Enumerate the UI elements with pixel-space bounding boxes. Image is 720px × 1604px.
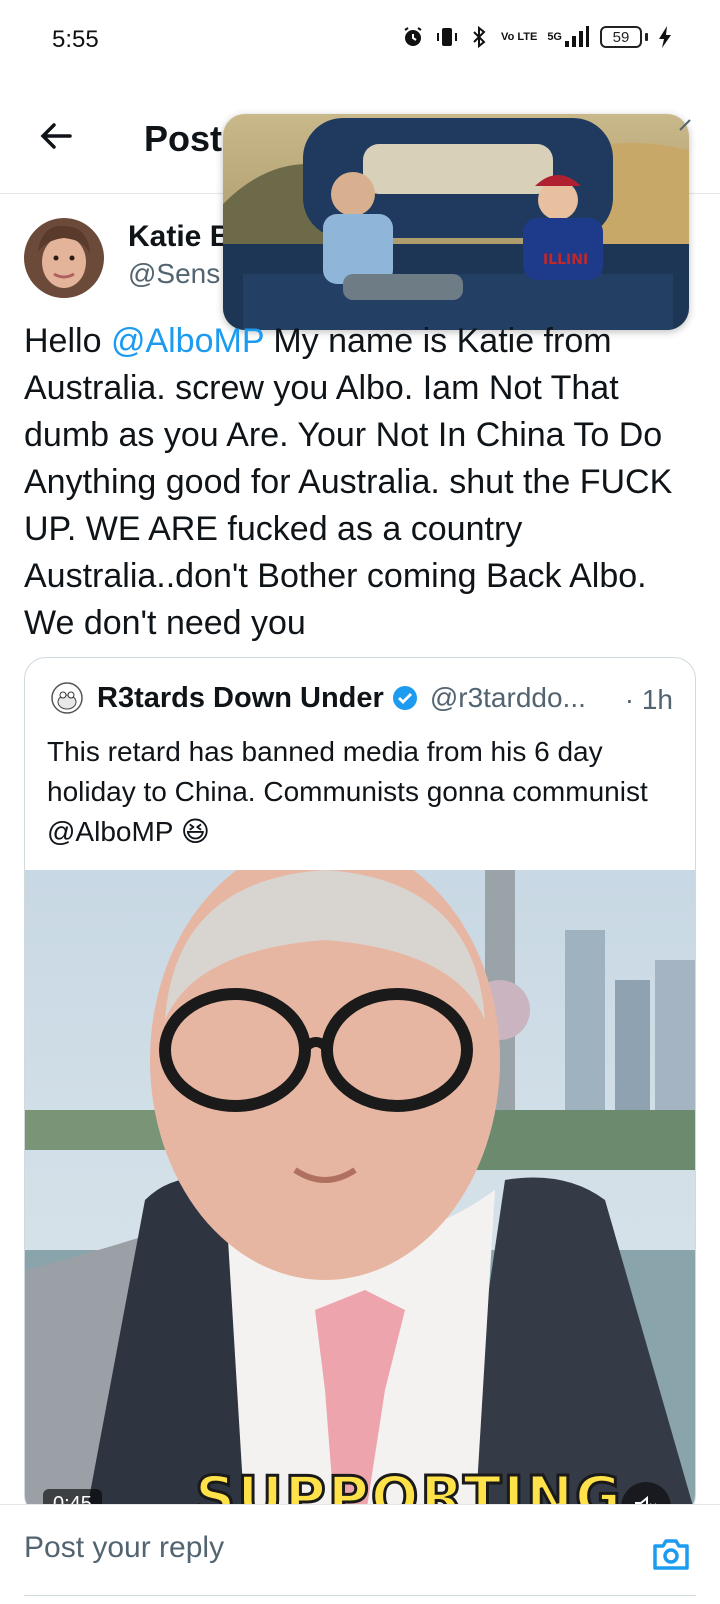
bluetooth-icon <box>469 24 491 50</box>
avatar[interactable] <box>24 218 104 298</box>
reply-divider <box>24 1595 696 1596</box>
status-time: 5:55 <box>52 26 99 53</box>
author-name[interactable]: Katie B <box>128 220 231 254</box>
quoted-video[interactable]: 0:45 SUPPORTING <box>25 870 695 1516</box>
volte-icon: Vo LTE <box>501 30 538 43</box>
status-bar: 5:55 Vo LTE 5G 59 <box>0 0 720 82</box>
author-handle[interactable]: @Sens <box>128 258 220 290</box>
quoted-post-time: · 1h <box>624 684 673 715</box>
mention-link[interactable]: @AlboMP <box>111 322 264 360</box>
quoted-post[interactable]: R3tards Down Under @r3tarddo... · 1h Thi… <box>24 657 696 1517</box>
page-title: Post <box>144 118 223 159</box>
back-button[interactable] <box>34 114 78 158</box>
network-label: 5G <box>547 30 562 43</box>
post-text-body: My name is Katie from Australia. screw y… <box>24 322 673 642</box>
arrow-left-icon <box>40 123 72 149</box>
reply-input[interactable]: Post your reply <box>24 1531 224 1565</box>
camera-button[interactable] <box>648 1531 694 1577</box>
quoted-author-handle[interactable]: @r3tarddo... <box>430 682 586 714</box>
signal-icon: 5G <box>547 24 590 50</box>
pip-video-player[interactable]: ILLINI <box>223 114 689 330</box>
quoted-avatar[interactable] <box>49 680 85 716</box>
verified-badge-icon <box>392 685 418 711</box>
svg-text:ILLINI: ILLINI <box>543 252 588 268</box>
pip-resize-handle[interactable] <box>676 116 692 137</box>
quoted-author-name[interactable]: R3tards Down Under <box>97 682 384 715</box>
post-text: Hello @AlboMP My name is Katie from Aust… <box>24 318 704 647</box>
status-icons: Vo LTE 5G 59 <box>401 24 672 50</box>
vibrate-icon <box>435 24 459 50</box>
camera-icon <box>653 1539 689 1570</box>
battery-level: 59 <box>600 26 642 48</box>
reply-bar: Post your reply <box>0 1504 720 1604</box>
quoted-post-header: R3tards Down Under @r3tarddo... <box>49 680 586 716</box>
alarm-icon <box>401 24 425 50</box>
battery-icon: 59 <box>600 26 648 48</box>
quoted-post-text: This retard has banned media from his 6 … <box>47 736 648 847</box>
charging-icon <box>658 24 672 50</box>
post-text-intro: Hello <box>24 322 111 360</box>
